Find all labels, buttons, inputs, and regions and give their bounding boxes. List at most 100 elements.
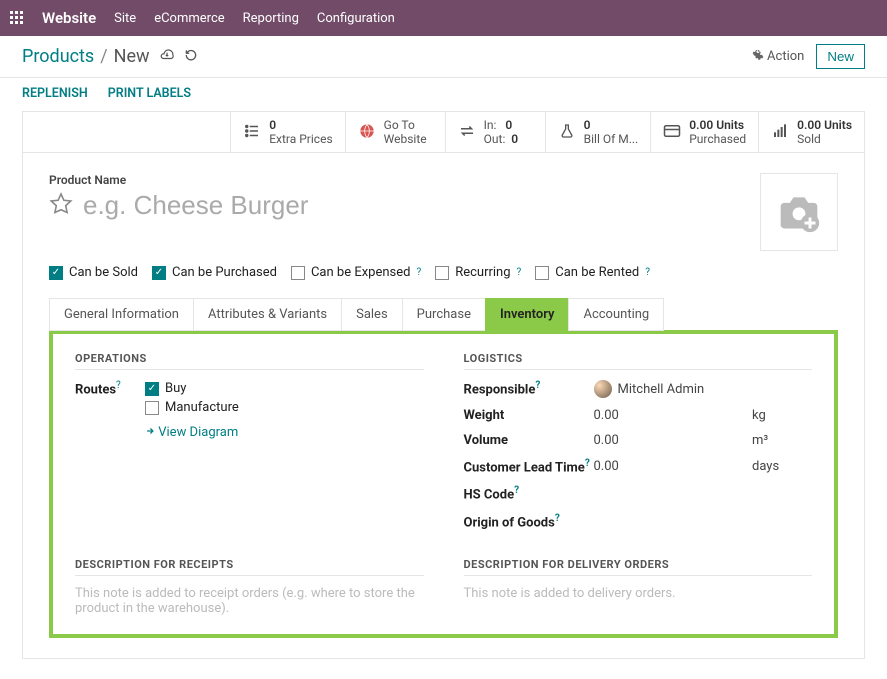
desc-delivery-input[interactable]: This note is added to delivery orders. <box>464 586 813 601</box>
stat-bom[interactable]: 0 Bill Of M... <box>545 112 651 152</box>
tab-general-info[interactable]: General Information <box>49 298 194 331</box>
operations-title: OPERATIONS <box>75 352 424 370</box>
check-can-be-purchased[interactable]: ✓ Can be Purchased <box>152 265 277 280</box>
tab-attributes[interactable]: Attributes & Variants <box>193 298 342 331</box>
action-label: Action <box>767 49 804 64</box>
apps-icon[interactable] <box>10 11 24 25</box>
logistics-title: LOGISTICS <box>464 352 813 370</box>
checkbox-icon: ✓ <box>145 382 159 396</box>
product-name-label: Product Name <box>49 173 740 187</box>
check-recurring-label: Recurring <box>455 265 510 280</box>
product-image-upload[interactable] <box>760 173 838 251</box>
responsible-field[interactable]: Mitchell Admin <box>594 380 753 398</box>
stat-in-value: 0 <box>505 118 512 132</box>
desc-receipts-input[interactable]: This note is added to receipt orders (e.… <box>75 586 424 616</box>
breadcrumb: Products / New <box>22 46 150 67</box>
checkbox-icon <box>535 266 549 280</box>
tab-inventory[interactable]: Inventory <box>485 298 570 331</box>
responsible-value: Mitchell Admin <box>618 382 705 397</box>
help-icon[interactable]: ? <box>555 513 560 524</box>
checkbox-icon: ✓ <box>152 266 166 280</box>
avatar <box>594 380 612 398</box>
view-diagram-label: View Diagram <box>158 425 238 440</box>
help-icon[interactable]: ? <box>514 485 519 496</box>
stat-goto-line2: Website <box>384 132 427 146</box>
volume-label: Volume <box>464 433 594 448</box>
check-can-be-expensed[interactable]: Can be Expensed? <box>291 265 421 280</box>
checkbox-icon <box>291 266 305 280</box>
stat-bom-label: Bill Of M... <box>584 132 639 146</box>
volume-value[interactable]: 0.00 <box>594 433 753 448</box>
check-purchased-label: Can be Purchased <box>172 265 277 280</box>
menu-ecommerce[interactable]: eCommerce <box>154 11 224 26</box>
transfer-icon <box>458 122 476 143</box>
checkbox-icon: ✓ <box>49 266 63 280</box>
weight-value[interactable]: 0.00 <box>594 408 753 423</box>
new-button[interactable]: New <box>816 44 865 69</box>
breadcrumb-root[interactable]: Products <box>22 46 94 67</box>
stat-goto-line1: Go To <box>384 118 415 132</box>
cloud-save-icon[interactable] <box>160 48 174 66</box>
stat-sold[interactable]: 0.00 Units Sold <box>758 112 864 152</box>
stat-out-label: Out: <box>484 132 506 146</box>
help-icon[interactable]: ? <box>585 458 590 469</box>
stat-extra-prices[interactable]: 0 Extra Prices <box>230 112 344 152</box>
stat-inout[interactable]: In: 0 Out: 0 <box>445 112 545 152</box>
help-icon[interactable]: ? <box>517 267 522 278</box>
app-brand[interactable]: Website <box>42 9 96 27</box>
lead-value[interactable]: 0.00 <box>594 459 753 474</box>
menu-configuration[interactable]: Configuration <box>317 11 395 26</box>
stat-bom-value: 0 <box>584 118 639 132</box>
view-diagram-link[interactable]: View Diagram <box>145 425 238 440</box>
action-menu[interactable]: Action <box>752 49 805 64</box>
flask-icon <box>558 123 576 142</box>
weight-label: Weight <box>464 408 594 423</box>
replenish-action[interactable]: REPLENISH <box>22 86 88 101</box>
help-icon[interactable]: ? <box>535 380 540 391</box>
desc-delivery-title: DESCRIPTION FOR DELIVERY ORDERS <box>464 558 813 576</box>
checkbox-icon <box>435 266 449 280</box>
breadcrumb-bar: Products / New Action New <box>0 36 887 78</box>
stat-out-value: 0 <box>511 132 518 146</box>
stat-buttons: 0 Extra Prices Go To Website In: 0 Out: … <box>23 112 864 153</box>
stat-purchased[interactable]: 0.00 Units Purchased <box>650 112 758 152</box>
globe-icon <box>358 123 376 142</box>
help-icon[interactable]: ? <box>645 267 650 278</box>
check-expensed-label: Can be Expensed <box>311 265 411 280</box>
route-manufacture-label: Manufacture <box>165 400 239 415</box>
menu-reporting[interactable]: Reporting <box>243 11 299 26</box>
breadcrumb-current: New <box>114 46 150 67</box>
discard-icon[interactable] <box>184 48 198 66</box>
weight-unit: kg <box>752 408 812 423</box>
top-nav: Website Site eCommerce Reporting Configu… <box>0 0 887 36</box>
tab-inventory-pane: OPERATIONS Routes? ✓ Buy M <box>49 330 838 638</box>
stat-extra-prices-label: Extra Prices <box>269 132 332 146</box>
route-manufacture[interactable]: Manufacture <box>145 400 239 415</box>
stat-purchased-label: Purchased <box>689 132 746 146</box>
stat-sold-label: Sold <box>797 132 821 146</box>
check-can-be-sold[interactable]: ✓ Can be Sold <box>49 265 138 280</box>
tab-accounting[interactable]: Accounting <box>568 298 664 331</box>
check-can-be-rented[interactable]: Can be Rented? <box>535 265 650 280</box>
route-buy[interactable]: ✓ Buy <box>145 381 186 396</box>
stat-purchased-value: 0.00 Units <box>689 118 746 132</box>
print-labels-action[interactable]: PRINT LABELS <box>108 86 191 101</box>
menu-site[interactable]: Site <box>114 11 136 26</box>
product-name-input[interactable] <box>81 189 740 222</box>
check-recurring[interactable]: Recurring? <box>435 265 521 280</box>
route-buy-label: Buy <box>165 381 186 396</box>
bars-icon <box>771 123 789 142</box>
breadcrumb-sep: / <box>100 46 107 67</box>
volume-unit: m³ <box>752 433 812 448</box>
tab-sales[interactable]: Sales <box>341 298 403 331</box>
lead-label: Customer Lead Time <box>464 460 585 475</box>
favorite-icon[interactable] <box>49 192 73 220</box>
origin-label: Origin of Goods <box>464 515 555 530</box>
responsible-label: Responsible <box>464 383 536 398</box>
help-icon[interactable]: ? <box>416 267 421 278</box>
stat-goto-website[interactable]: Go To Website <box>345 112 445 152</box>
stat-extra-prices-value: 0 <box>269 118 332 132</box>
tab-purchase[interactable]: Purchase <box>402 298 486 331</box>
help-icon[interactable]: ? <box>116 380 121 391</box>
stat-sold-value: 0.00 Units <box>797 118 852 132</box>
